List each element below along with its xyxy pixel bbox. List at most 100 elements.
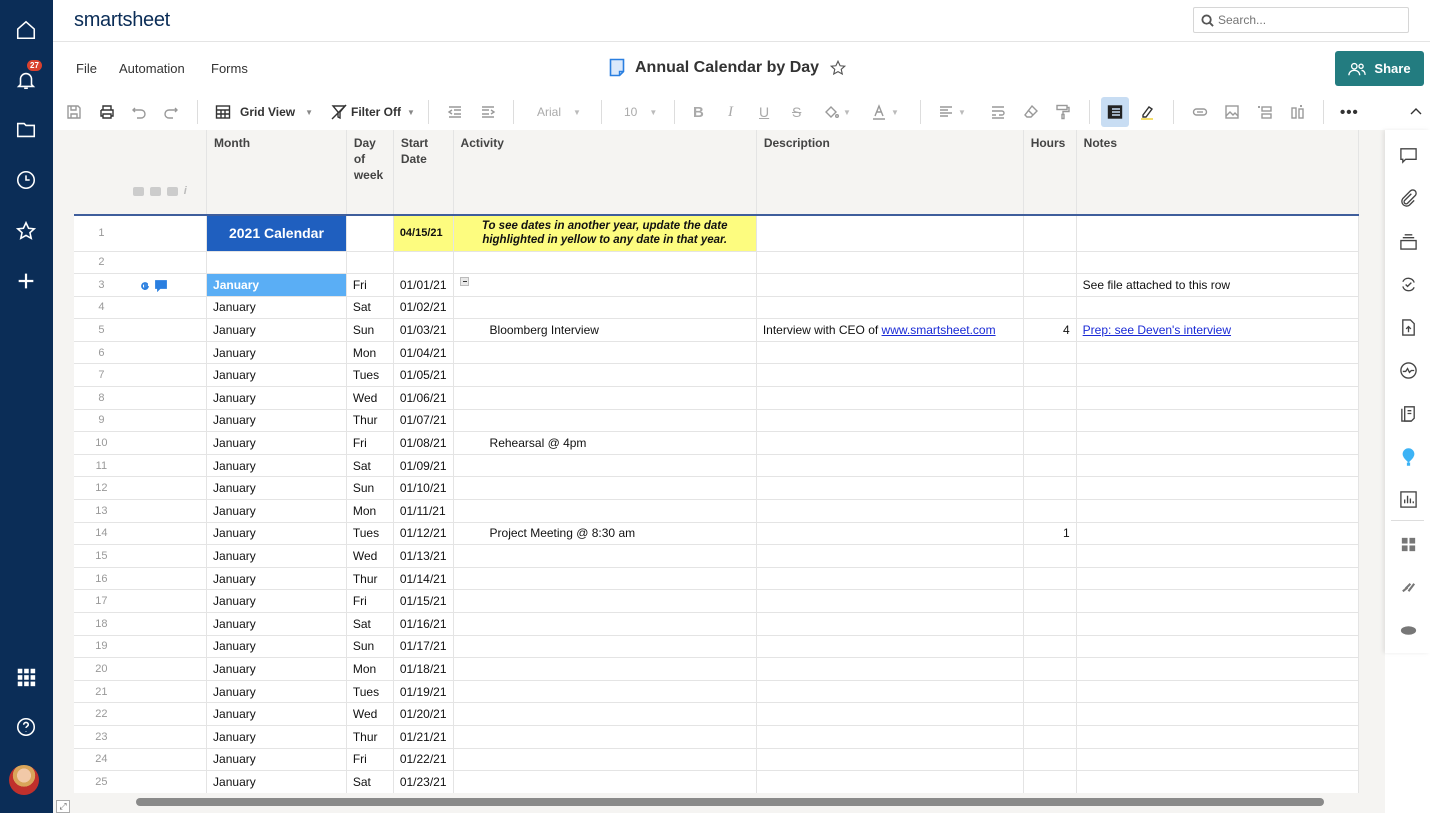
start-date-cell[interactable]: 01/05/21: [393, 363, 454, 388]
day-cell[interactable]: Tues: [346, 522, 394, 546]
activity-cell[interactable]: [453, 273, 757, 297]
day-cell[interactable]: Sun: [346, 318, 394, 342]
month-cell[interactable]: January: [206, 748, 347, 772]
activity-cell[interactable]: [453, 612, 757, 636]
notes-cell[interactable]: [1076, 680, 1359, 704]
activity-cell[interactable]: [453, 476, 757, 501]
description-cell[interactable]: [756, 544, 1024, 568]
activity-cell[interactable]: [453, 544, 757, 568]
update-requests-icon[interactable]: [1397, 273, 1419, 295]
hours-cell[interactable]: [1023, 409, 1077, 433]
hours-cell[interactable]: [1023, 363, 1077, 388]
notes-cell[interactable]: [1076, 544, 1359, 568]
strikethrough-button[interactable]: S: [792, 94, 801, 130]
start-date-cell[interactable]: 01/21/21: [393, 725, 454, 749]
table-row[interactable]: 14 January Tues 01/12/21 Project Meeting @ 8…: [74, 522, 1359, 546]
description-cell[interactable]: [756, 341, 1024, 365]
description-cell[interactable]: [756, 386, 1024, 410]
more-options-button[interactable]: •••: [1340, 94, 1359, 130]
month-cell[interactable]: January: [206, 409, 347, 433]
start-date-cell[interactable]: 01/09/21: [393, 454, 454, 478]
day-cell[interactable]: Sun: [346, 476, 394, 501]
start-date-cell[interactable]: 01/13/21: [393, 544, 454, 568]
notes-cell[interactable]: [1076, 702, 1359, 726]
day-cell[interactable]: Mon: [346, 499, 394, 523]
apps-icon[interactable]: [1397, 533, 1419, 555]
star-icon[interactable]: [12, 217, 40, 245]
search-box[interactable]: [1193, 7, 1409, 33]
table-row[interactable]: 17 January Fri 01/15/21: [74, 589, 1359, 613]
cell[interactable]: [1076, 251, 1359, 275]
month-cell[interactable]: January: [206, 589, 347, 613]
search-input[interactable]: [1218, 11, 1403, 29]
day-cell[interactable]: Thur: [346, 725, 394, 749]
description-cell[interactable]: [756, 657, 1024, 681]
wrap-text-button[interactable]: [990, 94, 1006, 130]
start-date-cell[interactable]: 01/03/21: [393, 318, 454, 342]
year-date-cell[interactable]: 04/15/21: [393, 215, 454, 252]
activity-cell[interactable]: [453, 725, 757, 749]
description-cell[interactable]: [756, 770, 1024, 793]
table-row[interactable]: 15 January Wed 01/13/21: [74, 544, 1359, 568]
start-date-cell[interactable]: 01/17/21: [393, 635, 454, 659]
description-cell[interactable]: Interview with CEO of www.smartsheet.com: [756, 318, 1024, 342]
month-cell[interactable]: January: [206, 544, 347, 568]
cell[interactable]: [756, 251, 1024, 275]
start-date-cell[interactable]: 01/22/21: [393, 748, 454, 772]
activity-cell[interactable]: [453, 770, 757, 793]
hours-cell[interactable]: [1023, 431, 1077, 455]
table-row[interactable]: 23 January Thur 01/21/21: [74, 725, 1359, 749]
favorite-star-icon[interactable]: [829, 59, 847, 77]
start-date-cell[interactable]: 01/16/21: [393, 612, 454, 636]
day-cell[interactable]: Sat: [346, 296, 394, 320]
hours-cell[interactable]: [1023, 567, 1077, 591]
column-header-notes[interactable]: Notes: [1076, 130, 1359, 216]
activity-cell[interactable]: [453, 363, 757, 388]
cell[interactable]: [1023, 215, 1077, 252]
hours-cell[interactable]: [1023, 657, 1077, 681]
italic-button[interactable]: I: [728, 94, 733, 130]
description-link[interactable]: www.smartsheet.com: [882, 323, 996, 337]
activity-cell[interactable]: [453, 589, 757, 613]
share-button[interactable]: Share: [1335, 51, 1424, 86]
description-cell[interactable]: [756, 612, 1024, 636]
cell[interactable]: [756, 215, 1024, 252]
cell[interactable]: [393, 251, 454, 275]
day-cell[interactable]: Wed: [346, 544, 394, 568]
description-cell[interactable]: [756, 273, 1024, 297]
publish-icon[interactable]: [1397, 316, 1419, 338]
clock-icon[interactable]: [12, 166, 40, 194]
bold-button[interactable]: B: [693, 94, 704, 130]
notes-cell[interactable]: Prep: see Deven's interview: [1076, 318, 1359, 342]
format-painter-button[interactable]: [1055, 94, 1071, 130]
table-row[interactable]: 25 January Sat 01/23/21: [74, 770, 1359, 793]
table-row[interactable]: 16 January Thur 01/14/21: [74, 567, 1359, 591]
start-date-cell[interactable]: 01/08/21: [393, 431, 454, 455]
hours-cell[interactable]: [1023, 476, 1077, 501]
instruction-cell[interactable]: To see dates in another year, update the…: [453, 215, 757, 252]
filter-selector[interactable]: Filter Off ▼: [331, 94, 415, 130]
proofs-icon[interactable]: [1397, 230, 1419, 252]
hours-cell[interactable]: [1023, 589, 1077, 613]
activity-cell[interactable]: [453, 748, 757, 772]
notes-cell[interactable]: [1076, 499, 1359, 523]
table-row[interactable]: 19 January Sun 01/17/21: [74, 635, 1359, 659]
description-cell[interactable]: [756, 476, 1024, 501]
activity-cell[interactable]: [453, 296, 757, 320]
month-cell[interactable]: January: [206, 273, 347, 297]
notes-cell[interactable]: [1076, 770, 1359, 793]
description-cell[interactable]: [756, 748, 1024, 772]
table-row[interactable]: 18 January Sat 01/16/21: [74, 612, 1359, 636]
hours-cell[interactable]: [1023, 454, 1077, 478]
month-cell[interactable]: January: [206, 341, 347, 365]
description-cell[interactable]: [756, 431, 1024, 455]
clear-format-button[interactable]: [1023, 94, 1039, 130]
grid-icon[interactable]: [12, 663, 40, 691]
fill-color-button[interactable]: ▼: [823, 94, 851, 130]
table-row[interactable]: 5 January Sun 01/03/21 Bloomberg Interview In…: [74, 318, 1359, 342]
hours-cell[interactable]: [1023, 544, 1077, 568]
day-cell[interactable]: Sun: [346, 635, 394, 659]
start-date-cell[interactable]: 01/01/21: [393, 273, 454, 297]
column-action-button[interactable]: [1290, 94, 1306, 130]
month-cell[interactable]: January: [206, 680, 347, 704]
